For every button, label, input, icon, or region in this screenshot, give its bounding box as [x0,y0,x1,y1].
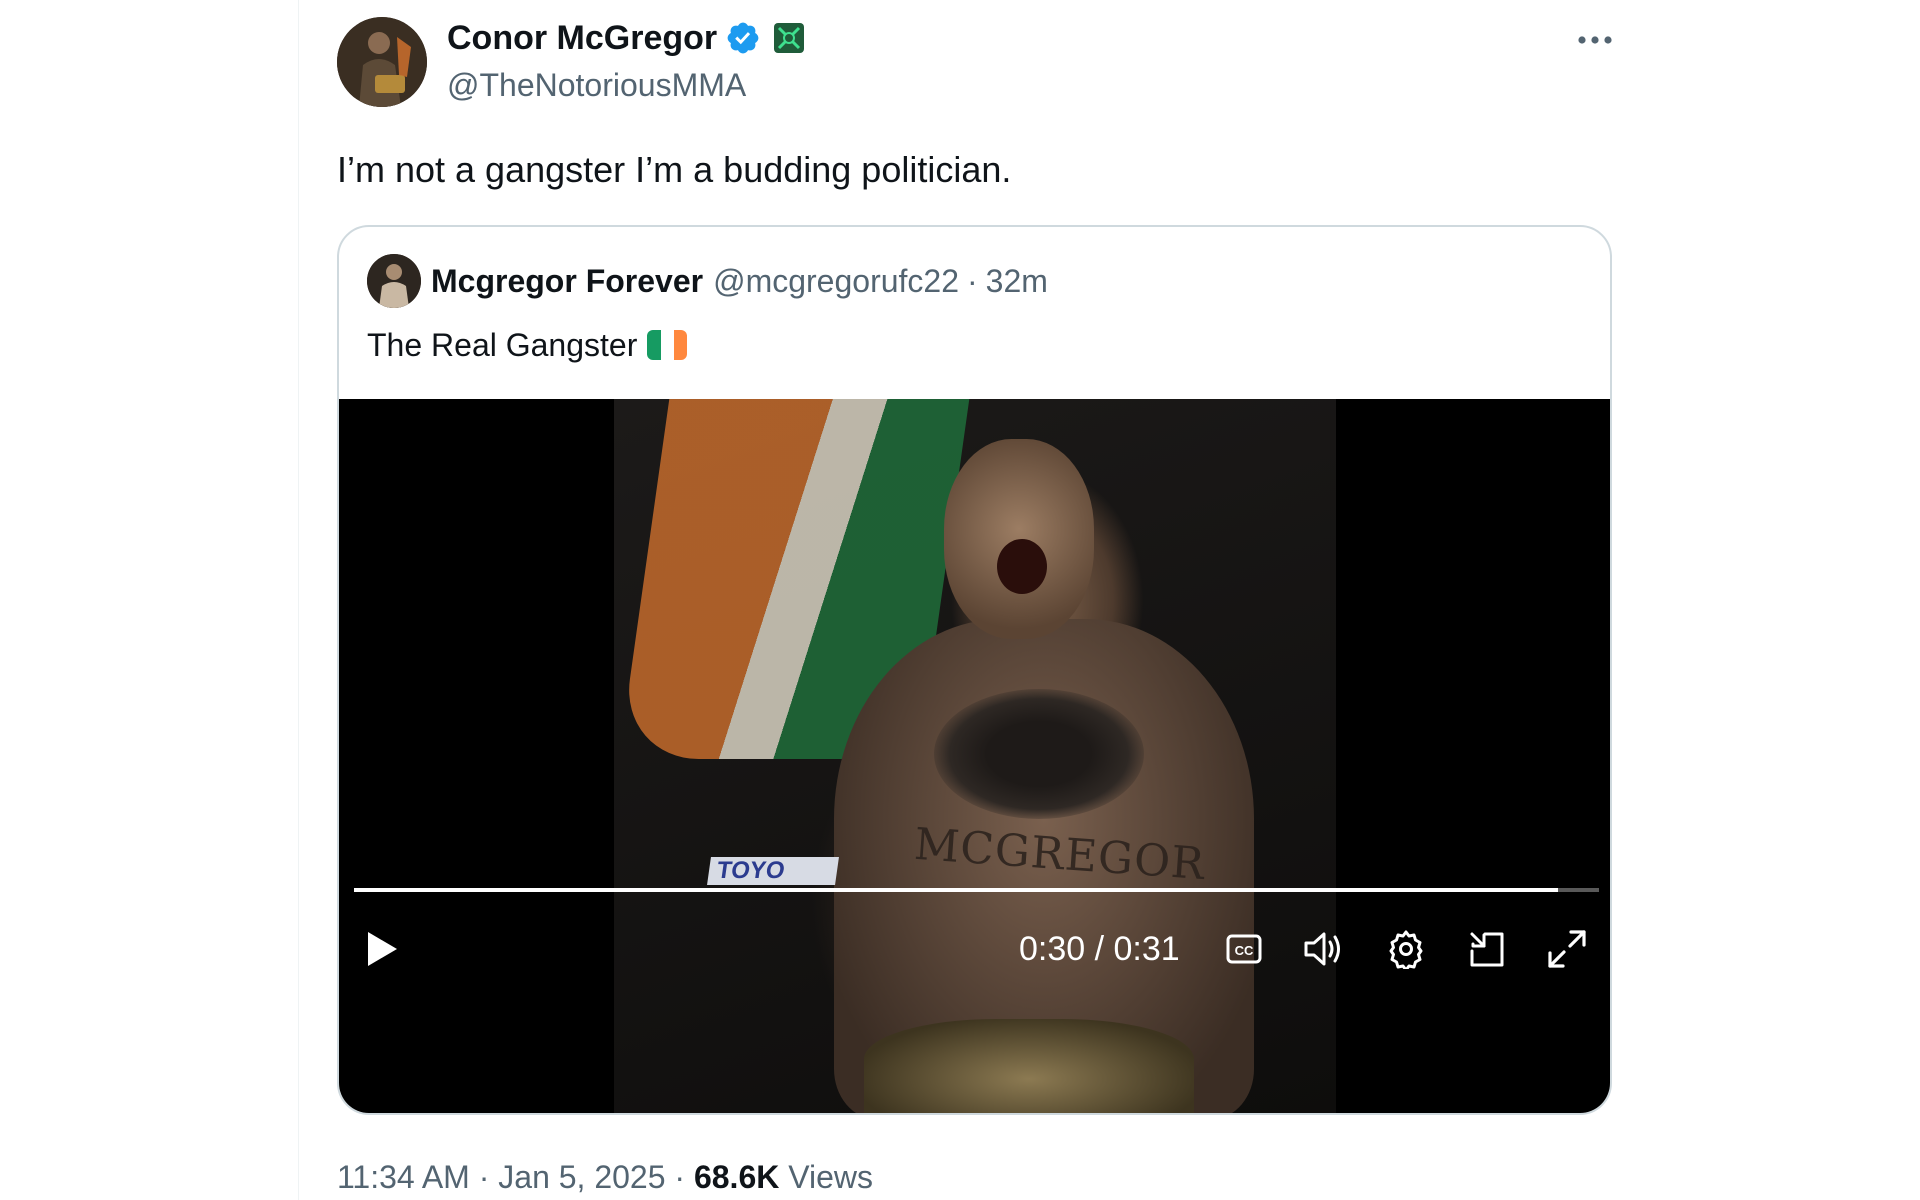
views-count[interactable]: 68.6K [694,1159,779,1195]
quoted-tweet-text: The Real Gangster [367,327,638,363]
footer-separator-2: · [674,1159,686,1195]
fullscreen-button[interactable] [1539,919,1595,979]
quoted-tweet-header: Mcgregor Forever @mcgregorufc22 · 32m [367,253,1048,309]
video-championship-belt [864,1019,1194,1113]
tweet-footer: 11:34 AM · Jan 5, 2025 · 68.6K Views [337,1157,873,1197]
ireland-flag-emoji [647,330,688,360]
picture-in-picture-button[interactable] [1462,919,1512,979]
closed-captions-icon: CC [1226,934,1262,964]
quoted-separator: · [967,262,978,299]
video-sponsor-sign: TOYO [707,857,839,885]
volume-icon [1304,932,1340,966]
video-time-display: 0:30 / 0:31 [1019,930,1180,968]
tweet-time[interactable]: 11:34 AM [337,1159,470,1195]
video-controls: 0:30 / 0:31 CC [339,919,1610,979]
video-frame: MCGREGOR TOYO [614,399,1336,1113]
quoted-tweet-text-row: The Real Gangster [367,325,688,365]
affiliation-badge-icon[interactable] [773,22,805,54]
video-player[interactable]: MCGREGOR TOYO 0:30 / 0:31 CC [339,399,1610,1113]
quoted-avatar-image [367,254,421,308]
fullscreen-icon [1548,930,1586,968]
captions-button[interactable]: CC [1219,919,1269,979]
avatar-image [337,17,427,107]
picture-in-picture-icon [1470,932,1504,967]
tweet-date[interactable]: Jan 5, 2025 [498,1159,665,1195]
video-progress-bar[interactable] [354,888,1599,892]
more-options-icon [1578,36,1612,44]
volume-button[interactable] [1297,919,1353,979]
footer-separator: · [478,1159,490,1195]
views-label: Views [788,1159,874,1195]
video-progress-fill [354,888,1558,892]
author-name-row[interactable]: Conor McGregor [447,18,805,58]
quoted-author-handle[interactable]: @mcgregorufc22 [713,263,959,300]
play-button[interactable] [357,919,407,979]
verified-badge-icon[interactable] [725,20,761,56]
settings-button[interactable] [1381,919,1431,979]
quoted-author-avatar[interactable] [367,254,421,308]
video-chest-tattoo [934,689,1144,819]
quoted-timestamp[interactable]: 32m [986,263,1048,300]
author-handle[interactable]: @TheNotoriousMMA [447,66,746,104]
timeline-divider [298,0,299,1200]
tweet-text: I’m not a gangster I’m a budding politic… [337,149,1012,190]
video-fighter-mouth [997,539,1047,594]
quoted-tweet-card[interactable]: Mcgregor Forever @mcgregorufc22 · 32m Th… [337,225,1612,1115]
quoted-author-name[interactable]: Mcgregor Forever [431,263,703,300]
more-options-button[interactable] [1570,22,1620,58]
svg-text:CC: CC [1235,943,1254,958]
author-name[interactable]: Conor McGregor [447,18,717,58]
author-avatar[interactable] [337,17,427,107]
gear-icon [1389,930,1423,969]
play-icon [368,932,397,966]
